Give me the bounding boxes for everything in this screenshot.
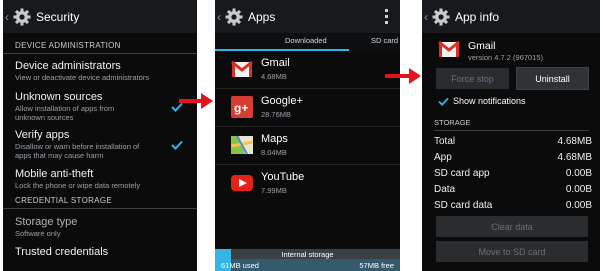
item-title: Unknown sources (15, 91, 103, 103)
item-title: Mobile anti-theft (15, 168, 94, 180)
storage-row-sd-card-data: SD card data 0.00B (434, 200, 592, 211)
svg-text:g+: g+ (234, 101, 248, 115)
item-summary: Lock the phone or wipe data remotely (15, 181, 141, 190)
app-list-item-google-plus[interactable]: g+ Google+ 28.76MB (215, 89, 400, 127)
app-list-item-gmail[interactable]: Gmail 4.68MB (215, 51, 400, 89)
apps-screen: ‹ Apps Downloaded SD card Gmail 4.68MB g… (215, 0, 400, 271)
action-bar: ‹ Security (3, 0, 197, 33)
back-chevron-icon[interactable]: ‹ (5, 10, 11, 24)
row-label: SD card app (434, 168, 490, 179)
row-value: 0.00B (565, 200, 592, 211)
app-name: Gmail (468, 40, 496, 52)
app-list-item-youtube[interactable]: YouTube 7.99MB (215, 165, 400, 202)
section-header-credential-storage: CREDENTIAL STORAGE (3, 193, 197, 209)
action-bar: ‹ App info (422, 0, 600, 33)
overflow-menu-icon[interactable] (385, 9, 388, 24)
item-summary: Software only (15, 229, 61, 238)
show-notifications-row[interactable]: Show notifications (438, 96, 526, 106)
item-title: Trusted credentials (15, 246, 109, 258)
storage-type-item: Storage type Software only (3, 216, 197, 238)
item-title: Verify apps (15, 129, 70, 141)
move-to-sd-card-button[interactable]: Move to SD card (436, 241, 588, 262)
action-bar: ‹ Apps (215, 0, 400, 33)
row-label: Total (434, 136, 456, 147)
row-label: App (434, 152, 452, 163)
security-screen: ‹ Security DEVICE ADMINISTRATION Device … (3, 0, 197, 271)
storage-used-text: 61MB used (221, 261, 259, 270)
app-size: 28.76MB (261, 110, 292, 119)
section-header-device-admin: DEVICE ADMINISTRATION (3, 38, 197, 54)
storage-free-text: 57MB free (359, 261, 394, 270)
checkmark-icon (171, 140, 183, 150)
row-value: 0.00B (565, 184, 592, 195)
google-plus-icon: g+ (231, 96, 253, 118)
tab-sd-card[interactable]: SD card (371, 36, 398, 45)
app-list-item-maps[interactable]: Maps 8.04MB (215, 127, 400, 165)
gmail-icon (438, 40, 460, 57)
app-size: 7.99MB (261, 186, 287, 195)
app-header: Gmail version 4.7.2 (967015) (422, 33, 600, 71)
tab-downloaded[interactable]: Downloaded (285, 36, 327, 45)
uninstall-button[interactable]: Uninstall (516, 67, 589, 90)
row-value: 4.68MB (557, 152, 592, 163)
item-summary: View or deactivate device administrators (15, 73, 150, 82)
app-name: YouTube (261, 171, 305, 183)
tab-bar: Downloaded SD card (215, 33, 400, 51)
gmail-icon (231, 60, 253, 77)
verify-apps-checkbox[interactable] (171, 137, 183, 150)
page-title: Apps (248, 9, 276, 24)
settings-gear-icon[interactable] (12, 7, 32, 27)
force-stop-button[interactable]: Force stop (436, 68, 509, 89)
app-version: version 4.7.2 (967015) (468, 53, 544, 62)
page-title: App info (455, 9, 500, 24)
item-title: Device administrators (15, 60, 121, 72)
internal-storage-bar: Internal storage 61MB used 57MB free (215, 249, 400, 271)
app-name: Gmail (261, 57, 290, 69)
mobile-anti-theft-item[interactable]: Mobile anti-theft Lock the phone or wipe… (3, 168, 197, 190)
storage-section-header: STORAGE (434, 118, 589, 131)
verify-apps-item[interactable]: Verify apps Disallow or warn before inst… (3, 129, 197, 160)
maps-icon (231, 135, 253, 155)
storage-row-sd-card-app: SD card app 0.00B (434, 168, 592, 179)
youtube-icon (231, 175, 253, 191)
show-notifications-label: Show notifications (453, 96, 526, 106)
app-size: 4.68MB (261, 72, 287, 81)
settings-gear-icon[interactable] (224, 7, 244, 27)
app-info-screen: ‹ App info Gmail version 4.7.2 (967015) … (422, 0, 600, 271)
storage-row-total: Total 4.68MB (434, 136, 592, 147)
item-title: Storage type (15, 216, 78, 228)
storage-label: Internal storage (281, 250, 334, 259)
settings-gear-icon[interactable] (431, 7, 451, 27)
row-label: SD card data (434, 200, 493, 211)
app-name: Google+ (261, 95, 303, 107)
trusted-credentials-item[interactable]: Trusted credentials (3, 246, 197, 259)
item-summary: Allow installation of apps from unknown … (15, 104, 115, 122)
unknown-sources-item[interactable]: Unknown sources Allow installation of ap… (3, 91, 197, 122)
back-chevron-icon[interactable]: ‹ (424, 10, 430, 24)
page-title: Security (36, 9, 80, 24)
storage-row-data: Data 0.00B (434, 184, 592, 195)
clear-data-button[interactable]: Clear data (436, 216, 588, 237)
row-value: 0.00B (565, 168, 592, 179)
row-value: 4.68MB (557, 136, 592, 147)
app-size: 8.04MB (261, 148, 287, 157)
storage-row-app: App 4.68MB (434, 152, 592, 163)
device-administrators-item[interactable]: Device administrators View or deactivate… (3, 60, 197, 82)
red-arrow-icon (385, 68, 421, 84)
app-name: Maps (261, 133, 288, 145)
red-arrow-icon (179, 93, 213, 109)
row-label: Data (434, 184, 456, 195)
item-summary: Disallow or warn before installation of … (15, 142, 140, 160)
checkmark-icon (438, 97, 449, 106)
back-chevron-icon[interactable]: ‹ (217, 10, 223, 24)
